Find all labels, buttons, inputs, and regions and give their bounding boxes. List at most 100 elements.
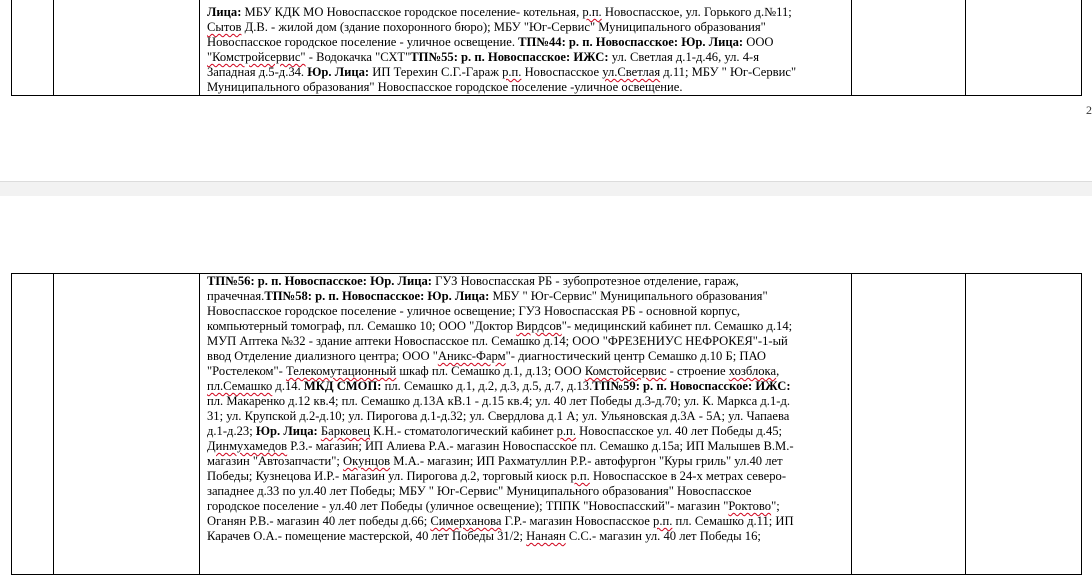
text-segment: магазин "Автозапчасти"; [207, 454, 344, 468]
table-fragment-bottom: ТП№56: р. п. Новоспасское: Юр. Лица: ГУЗ… [11, 273, 1082, 575]
text-segment: МБУ КДК МО Новоспасское городское поселе… [241, 5, 583, 19]
description-text: Лица: МБУ КДК МО Новоспасское городское … [200, 0, 851, 95]
text-segment: ООО [743, 35, 774, 49]
text-segment: Симерханова [430, 514, 502, 528]
text-segment: "; [771, 499, 780, 513]
bold-segment: ТП№56: р. п. Новоспасское: Юр. Лица: [207, 274, 432, 288]
text-segment: Новоспасское [521, 65, 603, 79]
table-row: Лица: МБУ КДК МО Новоспасское городское … [11, 0, 1082, 96]
text-segment: "- диагностический центр Семашко д.10 Б;… [505, 349, 767, 363]
text-segment: ул. Светлая д.1-д.46, ул. 4-я [608, 50, 760, 64]
text-line: Западная д.5-д.34. Юр. Лица: ИП Терехин … [207, 65, 847, 80]
text-line: Динмухамедов Р.З.- магазин; ИП Алиева Р.… [207, 439, 847, 454]
text-segment: Нанаян [526, 529, 566, 543]
text-segment: р.п. [556, 424, 576, 438]
page-upper: Лица: МБУ КДК МО Новоспасское городское … [0, 0, 1092, 180]
text-segment: Сытов [207, 20, 242, 34]
bold-segment: Лица: [207, 5, 242, 19]
text-segment: МУП Аптека №32 - здание аптеки Новоспасс… [207, 334, 788, 348]
text-segment: - Водокачка "СХТ" [305, 50, 411, 64]
text-line: Оганян Р.В.- магазин 40 лет победы д.66;… [207, 514, 847, 529]
text-line: Новоспасское городское поселение - уличн… [207, 35, 847, 50]
cell-extra-1 [851, 0, 966, 96]
bold-segment: Юр. Лица: [307, 65, 370, 79]
text-line: д.1-д.23; Юр. Лица: Барковец К.Н.- стома… [207, 424, 847, 439]
page-number: 2 [1086, 103, 1092, 117]
table-row: ТП№56: р. п. Новоспасское: Юр. Лица: ГУЗ… [11, 273, 1082, 575]
text-segment: Динмухамедов [207, 439, 288, 453]
cell-name [53, 273, 200, 575]
text-segment: д.14. [272, 379, 304, 393]
text-segment: хозблока [728, 364, 777, 378]
text-segment: пл.Семашко [207, 379, 273, 393]
text-line: Карачев О.А.- помещение мастерской, 40 л… [207, 529, 847, 544]
text-line: ТП№56: р. п. Новоспасское: Юр. Лица: ГУЗ… [207, 274, 847, 289]
text-segment: "Комстройсервис" [207, 50, 306, 64]
text-segment: пл. Семашко д.1, д.2, д.3, д.5, д.7, д.1… [381, 379, 593, 393]
page-separator [0, 181, 1092, 197]
text-segment: западнее д.33 по ул.40 лет Победы; МБУ "… [207, 484, 752, 498]
text-segment: - строение [666, 364, 729, 378]
text-segment: р.п. [653, 514, 673, 528]
text-segment: шкаф пл. Семашко д.1, д.13; ООО [396, 364, 585, 378]
text-line: Муниципального образования" Новоспасское… [207, 80, 847, 95]
cell-description: Лица: МБУ КДК МО Новоспасское городское … [199, 0, 852, 96]
text-segment: Барковец [320, 424, 370, 438]
text-segment: Д.В. - жилой дом (здание похоронного бюр… [241, 20, 766, 34]
text-segment: пл. Семашко д.11; ИП [672, 514, 794, 528]
text-segment: Комстойсервис [584, 364, 667, 378]
text-segment: Западная д.5-д.34. [207, 65, 308, 79]
text-segment: Г.Р.- магазин Новоспасское [501, 514, 654, 528]
text-segment: д.11; МБУ " Юг-Сервис" [660, 65, 797, 79]
bold-segment: ТП№59: р. п. Новоспасское: ИЖС: [592, 379, 791, 393]
text-line: магазин "Автозапчасти"; Окунцов М.А.- ма… [207, 454, 847, 469]
text-line: прачечная.ТП№58: р. п. Новоспасское: Юр.… [207, 289, 847, 304]
text-segment: 31; ул. Крупской д.2-д.10; ул. Пирогова … [207, 409, 790, 423]
text-segment: Победы; Кузнецова И.Р.- магазин ул. Пиро… [207, 469, 571, 483]
text-segment: пл. Макаренко д.12 кв.4; пл. Семашко д.1… [207, 394, 791, 408]
bold-segment: МКД СМОП: [303, 379, 382, 393]
text-segment: Новоспасское в 24-х метрах северо- [589, 469, 787, 483]
text-segment: р.п. [502, 65, 522, 79]
text-segment: Вирдсов [516, 319, 562, 333]
table-fragment-top: Лица: МБУ КДК МО Новоспасское городское … [11, 0, 1082, 96]
text-line: Победы; Кузнецова И.Р.- магазин ул. Пиро… [207, 469, 847, 484]
text-segment: Новоспасское ул. 40 лет Победы д.45; [575, 424, 783, 438]
text-segment: М.А.- магазин; ИП Рахматуллин Р.Р.- авто… [390, 454, 783, 468]
cell-number [11, 0, 54, 96]
text-line: западнее д.33 по ул.40 лет Победы; МБУ "… [207, 484, 847, 499]
cell-number [11, 273, 54, 575]
text-segment: Окунцов [343, 454, 391, 468]
text-segment: р.п. [582, 5, 602, 19]
bold-segment: ТП№55: р. п. Новоспасское: ИЖС: [410, 50, 609, 64]
text-segment: ГУЗ Новоспасская РБ - зубопротезное отде… [431, 274, 739, 288]
text-segment: компьютерный томограф, пл. Семашко 10; О… [207, 319, 517, 333]
text-segment: д.1-д.23; [207, 424, 256, 438]
text-segment: МБУ " Юг-Сервис" Муниципального образова… [489, 289, 768, 303]
text-segment: ввод Отделение диализного центра; ООО " [207, 349, 438, 363]
cell-description: ТП№56: р. п. Новоспасское: Юр. Лица: ГУЗ… [199, 273, 852, 575]
text-segment: Телекомутационный [286, 364, 397, 378]
text-segment: Новоспасское, ул. Горького д.№11; [601, 5, 792, 19]
text-segment: Новоспасское городское поселение - уличн… [207, 35, 519, 49]
cell-extra-1 [851, 273, 966, 575]
text-segment: , [776, 364, 780, 378]
text-segment: "Ростелеком"- [207, 364, 286, 378]
text-segment: Карачев О.А.- помещение мастерской, 40 л… [207, 529, 527, 543]
text-segment: С.С.- магазин ул. 40 лет Победы 16; [565, 529, 761, 543]
text-segment: К.Н.- стоматологический кабинет [370, 424, 557, 438]
text-line: ввод Отделение диализного центра; ООО "А… [207, 349, 847, 364]
text-segment: Новоспасское городское поселение - уличн… [207, 304, 741, 318]
text-line: городское поселение - ул.40 лет Победы (… [207, 499, 847, 514]
text-segment: Роктово [728, 499, 772, 513]
text-line: Новоспасское городское поселение - уличн… [207, 304, 847, 319]
text-segment: Муниципального образования" Новоспасское… [207, 80, 683, 94]
text-line: компьютерный томограф, пл. Семашко 10; О… [207, 319, 847, 334]
text-segment: прачечная. [207, 289, 265, 303]
text-segment: ул.Светлая [602, 65, 661, 79]
text-line: Сытов Д.В. - жилой дом (здание похоронно… [207, 20, 847, 35]
text-line: пл. Макаренко д.12 кв.4; пл. Семашко д.1… [207, 394, 847, 409]
text-line: "Комстройсервис" - Водокачка "СХТ"ТП№55:… [207, 50, 847, 65]
text-line: 31; ул. Крупской д.2-д.10; ул. Пирогова … [207, 409, 847, 424]
text-segment: Р.З.- магазин; ИП Алиева Р.А.- магазин Н… [287, 439, 794, 453]
